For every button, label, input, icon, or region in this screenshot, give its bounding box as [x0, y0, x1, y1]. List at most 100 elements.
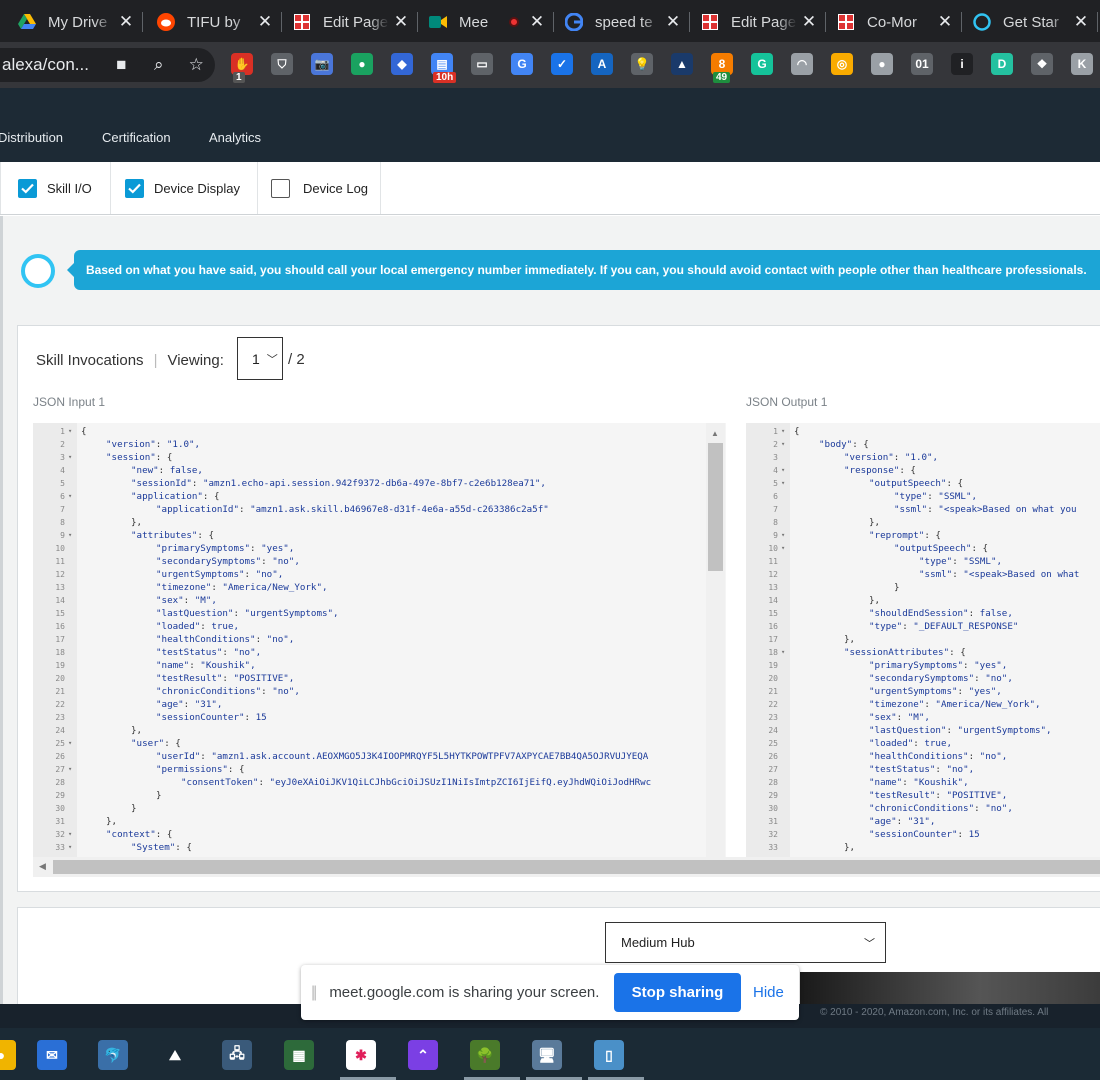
close-tab-icon[interactable]: ✕	[937, 12, 953, 32]
option-device-display[interactable]: Device Display	[125, 178, 240, 198]
close-tab-icon[interactable]: ✕	[1073, 12, 1089, 32]
code-line: "healthConditions": "no",	[156, 634, 295, 645]
slack-icon[interactable]: ✱	[346, 1040, 376, 1070]
clickup-icon[interactable]: ⌃	[408, 1040, 438, 1070]
bulb-extension-icon[interactable]: 💡	[631, 53, 653, 75]
mysql-workbench-icon[interactable]: 🐬	[98, 1040, 128, 1070]
json-input-editor[interactable]: 1 ▾{2 "version": "1.0", 3 ▾ "session": {4 "new…	[33, 423, 726, 857]
device-log-checkbox[interactable]	[271, 178, 290, 198]
horizontal-scrollbar[interactable]: ◀	[33, 857, 1100, 877]
fold-toggle-icon[interactable]: ▾	[781, 477, 785, 490]
browser-tab[interactable]: Edit Page ✕	[285, 6, 418, 38]
fold-toggle-icon[interactable]: ▾	[68, 763, 72, 776]
zoom-icon[interactable]: ⌕	[140, 55, 177, 75]
line-number: 10	[55, 544, 65, 553]
nav-distribution[interactable]: Distribution	[0, 130, 63, 145]
pocket-extension-icon[interactable]: ⛉	[271, 53, 293, 75]
code-line: },	[106, 816, 118, 827]
close-tab-icon[interactable]: ✕	[801, 12, 817, 32]
browser-tab[interactable]: Co-Mor ✕	[829, 6, 962, 38]
option-skill-io[interactable]: Skill I/O	[18, 178, 92, 198]
reddit-icon	[157, 13, 175, 31]
circle-extension-icon[interactable]: ●	[871, 53, 893, 75]
stop-sharing-button[interactable]: Stop sharing	[614, 973, 741, 1012]
fold-toggle-icon[interactable]: ▾	[68, 737, 72, 750]
camera-extension-icon[interactable]: 📷	[311, 53, 333, 75]
address-bar[interactable]: alexa/con... ■ ⌕ ☆	[0, 48, 215, 82]
font-extension-icon[interactable]: A	[591, 53, 613, 75]
k-extension-icon[interactable]: K	[1071, 53, 1093, 75]
cast-extension-icon[interactable]: ▭	[471, 53, 493, 75]
fold-toggle-icon[interactable]: ▾	[781, 425, 785, 438]
close-tab-icon[interactable]: ✕	[393, 12, 409, 32]
fold-toggle-icon[interactable]: ▾	[68, 490, 72, 503]
browser-tab[interactable]: Edit Page ✕	[693, 6, 826, 38]
remote-desktop-icon[interactable]: 🖥	[532, 1040, 562, 1070]
network-icon[interactable]: 🖧	[222, 1040, 252, 1070]
json-input-title: JSON Input 1	[33, 395, 106, 409]
scroll-thumb[interactable]	[708, 443, 723, 571]
device-preview	[800, 972, 1100, 1004]
info-extension-icon[interactable]: i	[951, 53, 973, 75]
binary-extension-icon[interactable]: 01	[911, 53, 933, 75]
fold-toggle-icon[interactable]: ▾	[781, 542, 785, 555]
device-type-select[interactable]: Medium Hub ﹀	[605, 922, 886, 963]
d-extension-icon[interactable]: D	[991, 53, 1013, 75]
dropbox-icon[interactable]: ❖	[1031, 53, 1053, 75]
browser-tab[interactable]: Get Star ✕	[965, 6, 1098, 38]
mountain-app-icon[interactable]: ⛰	[160, 1040, 190, 1070]
option-device-log[interactable]: Device Log	[271, 178, 368, 198]
fold-toggle-icon[interactable]: ▾	[781, 529, 785, 542]
grammarly-icon[interactable]: G	[751, 53, 773, 75]
close-tab-icon[interactable]: ✕	[665, 12, 681, 32]
scroll-up-icon[interactable]: ▲	[711, 429, 719, 438]
invocation-select[interactable]: 1 ﹀	[237, 337, 283, 380]
browser-tab[interactable]: TIFU by ✕	[149, 6, 282, 38]
fold-toggle-icon[interactable]: ▾	[68, 841, 72, 854]
grid-extension-icon[interactable]: ▲	[671, 53, 693, 75]
fold-toggle-icon[interactable]: ▾	[68, 451, 72, 464]
code-line: "loaded": true,	[156, 621, 240, 632]
terminal-icon[interactable]: ▦	[284, 1040, 314, 1070]
fold-toggle-icon[interactable]: ▾	[781, 646, 785, 659]
chat-bubble-extension-icon[interactable]: ●	[351, 53, 373, 75]
skill-io-checkbox[interactable]	[18, 178, 37, 198]
thunderbird-icon[interactable]: ✉	[37, 1040, 67, 1070]
hand-stop-extension-icon[interactable]: ✋ 1	[231, 53, 253, 83]
bookmark-star-icon[interactable]: ☆	[178, 55, 215, 75]
fold-toggle-icon[interactable]: ▾	[68, 529, 72, 542]
browser-tab[interactable]: My Drive ✕	[10, 6, 143, 38]
close-tab-icon[interactable]: ✕	[529, 12, 545, 32]
windows-search-icon[interactable]: ●	[0, 1040, 16, 1070]
nav-analytics[interactable]: Analytics	[209, 130, 261, 145]
compass-extension-icon[interactable]: ◎	[831, 53, 853, 75]
close-tab-icon[interactable]: ✕	[257, 12, 273, 32]
todo-extension-icon[interactable]: ✓	[551, 53, 573, 75]
notes-extension-icon[interactable]: 8 49	[711, 53, 733, 83]
translate-extension-icon[interactable]: G	[511, 53, 533, 75]
arrow-extension-icon[interactable]: ◆	[391, 53, 413, 75]
browser-tab[interactable]: speed te ✕	[557, 6, 690, 38]
alexa-icon	[973, 13, 991, 31]
drag-handle-icon[interactable]: ||	[311, 984, 317, 1002]
invocation-selected: 1	[252, 350, 260, 367]
fold-toggle-icon[interactable]: ▾	[68, 828, 72, 841]
fold-toggle-icon[interactable]: ▾	[781, 464, 785, 477]
arch-extension-icon[interactable]: ◠	[791, 53, 813, 75]
close-tab-icon[interactable]: ✕	[118, 12, 134, 32]
camera-indicator-icon[interactable]: ■	[103, 55, 140, 75]
fold-toggle-icon[interactable]: ▾	[781, 438, 785, 451]
nav-certification[interactable]: Certification	[102, 130, 171, 145]
fold-toggle-icon[interactable]: ▾	[68, 425, 72, 438]
device-display-checkbox[interactable]	[125, 178, 144, 198]
browser-tab[interactable]: Mee ✕	[421, 6, 554, 38]
phone-link-icon[interactable]: ▯	[594, 1040, 624, 1070]
tree-app-icon[interactable]: 🌳	[470, 1040, 500, 1070]
json-output-editor[interactable]: 1 ▾{2 ▾ "body": {3 "version": "1.0", 4 ▾ "respo…	[746, 423, 1100, 857]
scroll-thumb[interactable]	[53, 860, 1100, 874]
address-url[interactable]: alexa/con...	[0, 55, 103, 75]
scroll-left-icon[interactable]: ◀	[39, 861, 46, 872]
hide-button[interactable]: Hide	[753, 984, 784, 1001]
calendar-extension-icon[interactable]: ▤ 10h	[431, 53, 457, 83]
input-vertical-scrollbar[interactable]: ▲	[706, 423, 725, 857]
